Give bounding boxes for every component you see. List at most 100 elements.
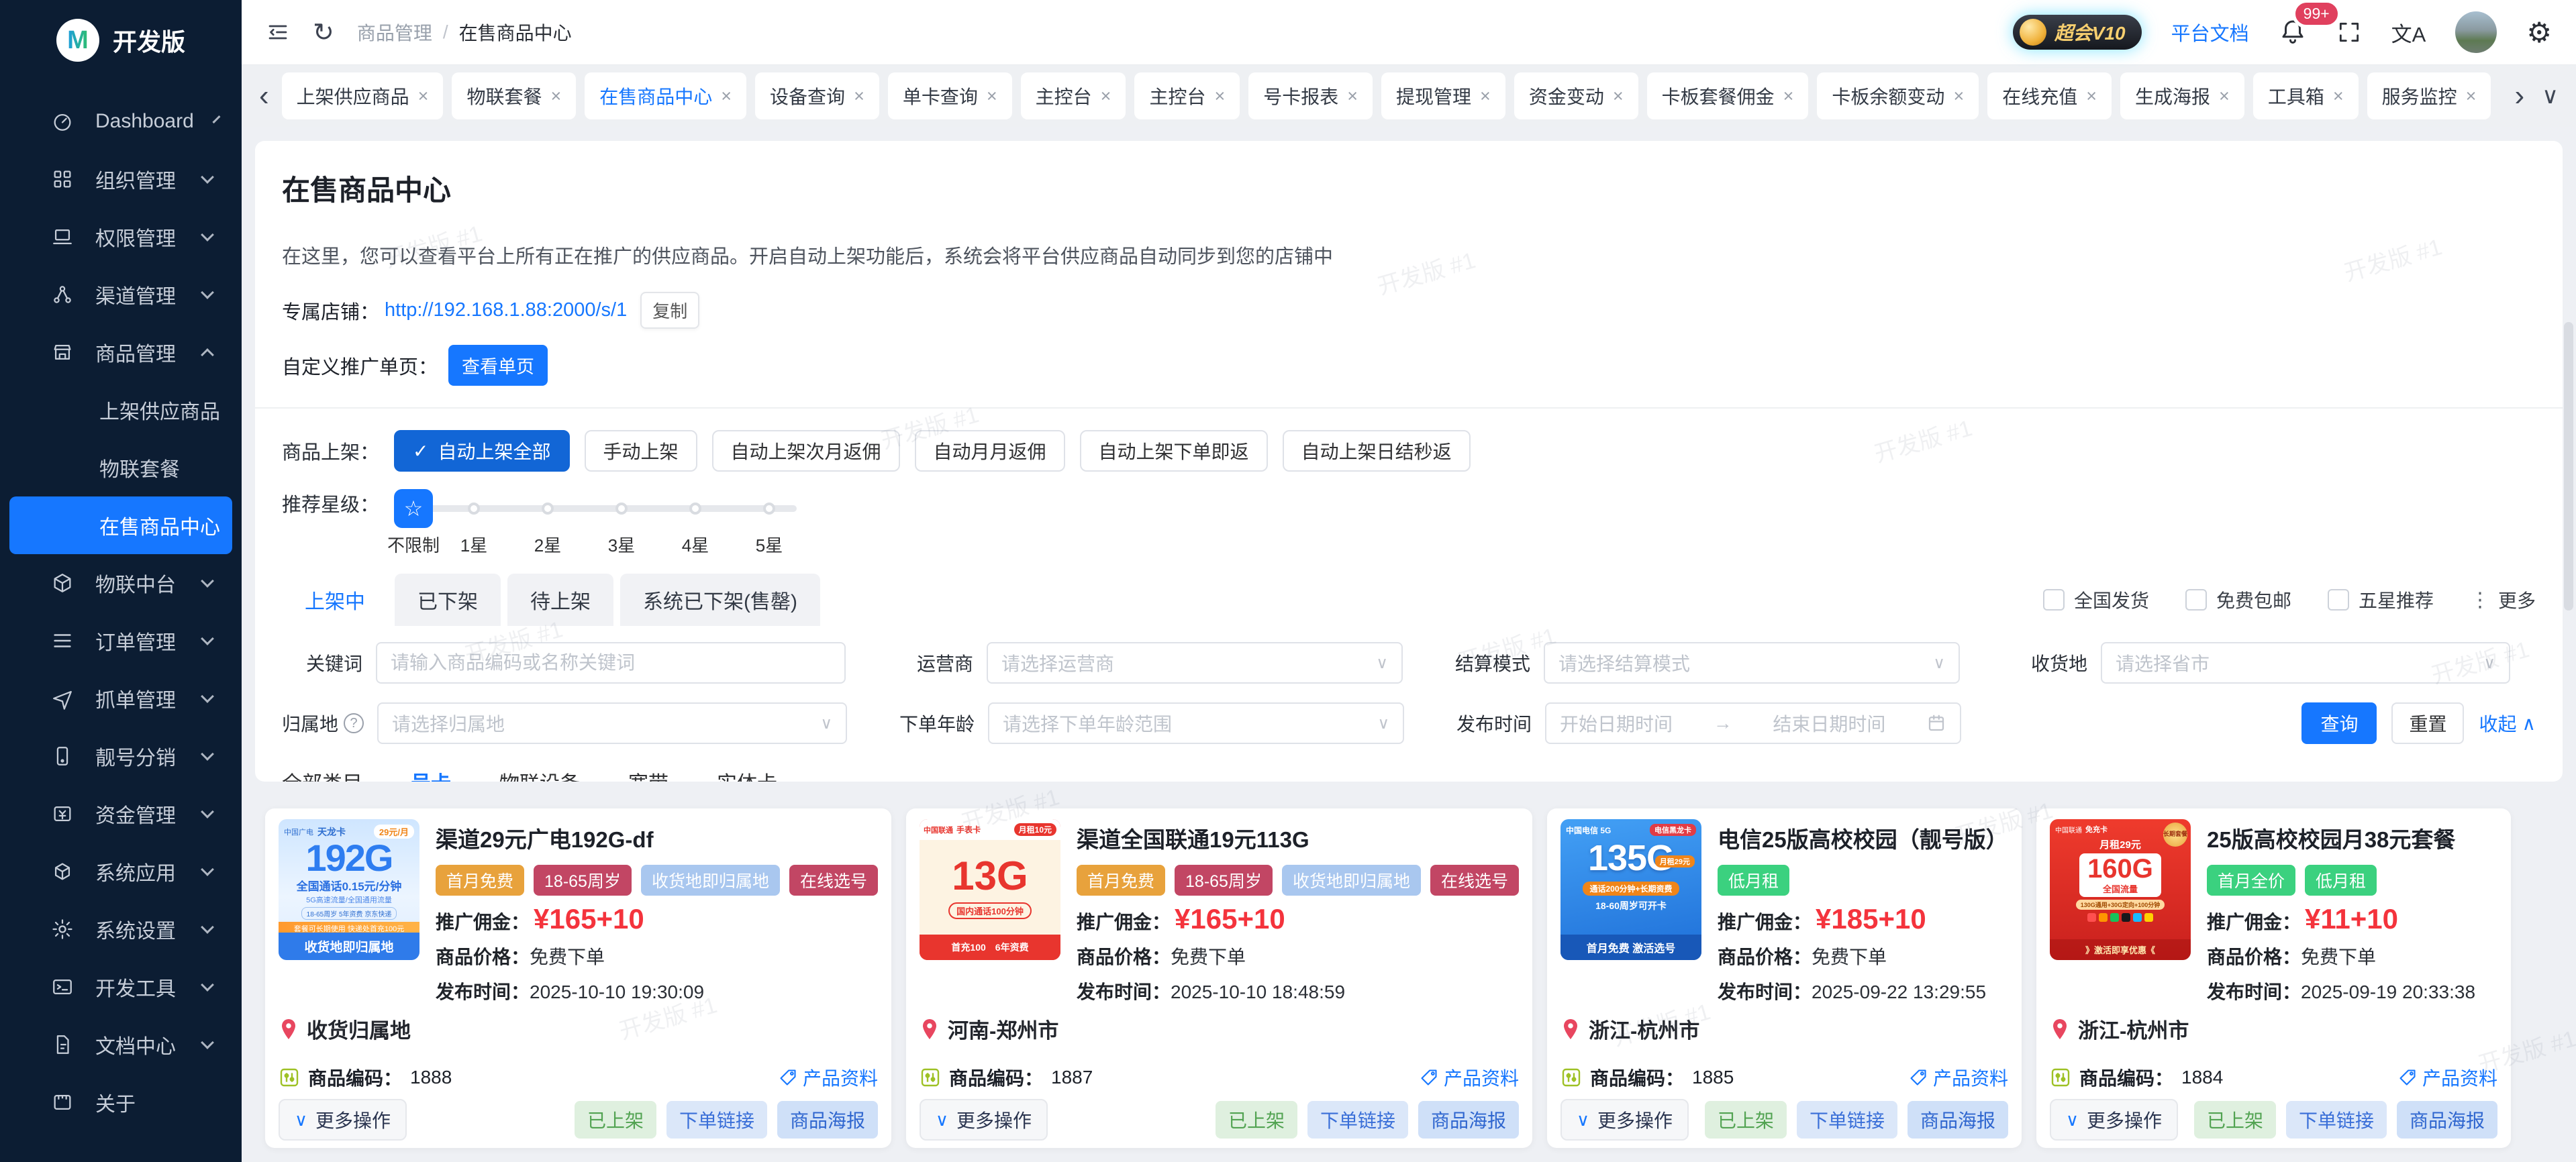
sidebar-item-product[interactable]: 商品管理 [0,323,242,381]
sidebar-item-order[interactable]: 订单管理 [0,612,242,670]
poster-button[interactable]: 商品海报 [1418,1101,1519,1139]
keyword-input[interactable] [376,642,846,684]
platform-docs-link[interactable]: 平台文档 [2171,18,2249,46]
star-mark[interactable]: 不限制 [387,532,440,557]
help-icon[interactable]: ? [344,713,364,733]
page-tab[interactable]: 工具箱× [2253,72,2359,119]
breadcrumb-parent[interactable]: 商品管理 [357,19,432,46]
receive-area-select[interactable]: 请选择省市∨ [2101,642,2510,684]
category-tab-broadband[interactable]: 宽带 [628,767,668,782]
sidebar-subitem-onsale-center[interactable]: 在售商品中心 [9,496,232,554]
translate-icon[interactable]: 文A [2391,17,2426,48]
more-actions-button[interactable]: ∨更多操作 [279,1099,407,1141]
page-tab[interactable]: 卡板余额变动× [1817,72,1979,119]
slider-handle-star-icon[interactable]: ☆ [394,489,433,528]
sidebar-item-docs[interactable]: 文档中心 [0,1016,242,1073]
notification-bell[interactable]: 99+ [2279,17,2307,48]
close-icon[interactable]: × [854,86,864,107]
page-tab[interactable]: 在线充值× [1987,72,2112,119]
belong-area-select[interactable]: 请选择归属地∨ [377,702,847,744]
close-icon[interactable]: × [987,86,997,107]
collapse-filters-link[interactable]: 收起∧ [2479,710,2536,737]
product-material-link[interactable]: 产品资料 [2398,1064,2497,1091]
poster-button[interactable]: 商品海报 [1908,1101,2008,1139]
close-icon[interactable]: × [2219,86,2230,107]
sidebar-item-number[interactable]: 靓号分销 [0,727,242,785]
order-age-select[interactable]: 请选择下单年龄范围∨ [988,702,1404,744]
category-tab-iot-device[interactable]: 物联设备 [499,767,580,782]
page-tab[interactable]: 提现管理× [1381,72,1505,119]
user-avatar[interactable] [2455,11,2497,53]
sidebar-item-iot[interactable]: 物联中台 [0,554,242,612]
page-tab[interactable]: 上架供应商品× [282,72,444,119]
close-icon[interactable]: × [2333,86,2344,107]
page-tab[interactable]: 卡板套餐佣金× [1647,72,1809,119]
onsale-option-daily[interactable]: 自动上架日结秒返 [1283,430,1471,472]
status-tab-onsale[interactable]: 上架中 [282,574,388,626]
poster-button[interactable]: 商品海报 [777,1101,878,1139]
page-tab-active[interactable]: 在售商品中心× [585,72,746,119]
sidebar-item-dashboard[interactable]: Dashboard [0,93,242,150]
page-tab[interactable]: 主控台× [1134,72,1240,119]
status-tab-offsale[interactable]: 已下架 [395,574,501,626]
sidebar-item-grab[interactable]: 抓单管理 [0,670,242,727]
order-link-button[interactable]: 下单链接 [666,1101,767,1139]
product-title[interactable]: 渠道29元广电192G-df [436,822,878,854]
vertical-scrollbar[interactable] [2564,322,2573,611]
page-tab[interactable]: 服务监控× [2367,72,2491,119]
collapse-sidebar-icon[interactable] [266,20,290,44]
sidebar-item-funds[interactable]: 资金管理 [0,785,242,843]
star-mark[interactable]: 4星 [682,532,709,557]
more-actions-button[interactable]: ∨更多操作 [2050,1099,2178,1141]
page-tab[interactable]: 资金变动× [1514,72,1638,119]
more-filters-link[interactable]: ⋮更多 [2470,586,2536,613]
shop-url-link[interactable]: http://192.168.1.88:2000/s/1 [385,299,627,321]
tabs-menu-icon[interactable]: ∨ [2538,85,2563,107]
close-icon[interactable]: × [2466,86,2477,107]
order-link-button[interactable]: 下单链接 [1307,1101,1408,1139]
more-actions-button[interactable]: ∨更多操作 [920,1099,1048,1141]
product-title[interactable]: 电信25版高校校园（靓号版） [1718,822,2008,854]
publish-time-range-picker[interactable]: 开始日期时间 → 结束日期时间 [1545,702,1961,744]
tabs-scroll-left-icon[interactable]: ‹ [255,81,273,111]
slider-stop[interactable] [468,503,480,515]
sidebar-item-devtools[interactable]: 开发工具 [0,958,242,1016]
more-actions-button[interactable]: ∨更多操作 [1561,1099,1689,1141]
sidebar-subitem-iot-plan[interactable]: 物联套餐 [0,439,242,496]
close-icon[interactable]: × [1347,86,1358,107]
reset-button[interactable]: 重置 [2391,702,2464,744]
category-tab-physical[interactable]: 实体卡 [717,767,777,782]
status-tab-soldout[interactable]: 系统已下架(售罄) [620,574,820,626]
settle-mode-select[interactable]: 请选择结算模式∨ [1544,642,1960,684]
page-tab[interactable]: 设备查询× [755,72,879,119]
view-page-button[interactable]: 查看单页 [448,345,548,386]
onsale-option-monthly[interactable]: 自动月月返佣 [915,430,1065,472]
checkbox-box[interactable] [2185,589,2207,611]
query-button[interactable]: 查询 [2301,702,2377,744]
close-icon[interactable]: × [1783,86,1794,107]
slider-stop[interactable] [542,503,554,515]
checkbox-box[interactable] [2328,589,2349,611]
product-material-link[interactable]: 产品资料 [779,1064,878,1091]
star-mark[interactable]: 2星 [534,532,561,557]
product-title[interactable]: 渠道全国联通19元113G [1077,822,1519,854]
page-tab[interactable]: 生成海报× [2120,72,2244,119]
category-tab-simcard[interactable]: 号卡 [411,767,451,782]
order-link-button[interactable]: 下单链接 [1797,1101,1897,1139]
carrier-select[interactable]: 请选择运营商∨ [987,642,1403,684]
star-level-slider[interactable]: ☆ 不限制 1星 2星 3星 4星 5星 [394,489,824,553]
close-icon[interactable]: × [1480,86,1491,107]
onsale-option-auto-all[interactable]: ✓自动上架全部 [394,430,569,472]
product-title[interactable]: 25版高校校园月38元套餐 [2207,822,2497,854]
slider-stop[interactable] [689,503,701,515]
product-material-link[interactable]: 产品资料 [1909,1064,2008,1091]
sidebar-item-permission[interactable]: 权限管理 [0,208,242,266]
page-tab[interactable]: 物联套餐× [452,72,576,119]
star-mark[interactable]: 1星 [460,532,487,557]
slider-stop[interactable] [763,503,775,515]
close-icon[interactable]: × [1101,86,1111,107]
category-tab-all[interactable]: 全部类目 [282,767,362,782]
onsale-option-instant[interactable]: 自动上架下单即返 [1080,430,1268,472]
sidebar-item-sysapp[interactable]: 系统应用 [0,843,242,900]
sidebar-item-about[interactable]: 关于 [0,1073,242,1131]
